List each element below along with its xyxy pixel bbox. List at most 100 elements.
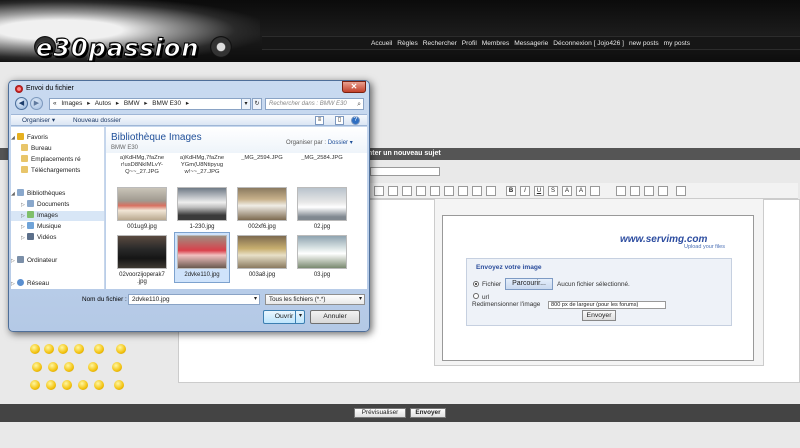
toolbar-paste-icon[interactable] <box>658 186 668 196</box>
toolbar-rule-icon[interactable] <box>616 186 626 196</box>
nav-link-members[interactable]: Membres <box>482 40 509 47</box>
breadcrumb-arrow-icon[interactable]: ▸ <box>186 100 189 107</box>
tree-collapse-icon[interactable]: ▷ <box>11 279 17 289</box>
smiley-icon[interactable] <box>74 344 84 354</box>
toolbar-link-icon[interactable] <box>416 186 426 196</box>
open-options-chevron-icon[interactable]: ▾ <box>295 310 305 324</box>
search-icon[interactable]: ⌕ <box>357 100 361 109</box>
smiley-icon[interactable] <box>46 380 56 390</box>
toolbar-font-size-icon[interactable]: A <box>576 186 586 196</box>
smiley-icon[interactable] <box>62 380 72 390</box>
file-thumbnail[interactable] <box>177 187 227 221</box>
breadcrumb-images[interactable]: Images <box>61 100 82 107</box>
nav-link-new-posts[interactable]: new posts <box>629 40 659 47</box>
submit-button[interactable]: Envoyer <box>410 408 446 418</box>
back-icon[interactable]: ◀ <box>15 97 28 110</box>
breadcrumb-arrow-icon[interactable]: ▸ <box>116 100 119 107</box>
breadcrumb-arrow-icon[interactable]: ▸ <box>144 100 147 107</box>
smiley-icon[interactable] <box>94 380 104 390</box>
file-name[interactable]: 002xf6.jpg <box>232 224 292 231</box>
breadcrumb-autos[interactable]: Autos <box>95 100 111 107</box>
smiley-icon[interactable] <box>48 362 58 372</box>
nav-link-my-posts[interactable]: my posts <box>664 40 690 47</box>
nav-documents[interactable]: ▷ Documents <box>11 200 104 210</box>
new-folder-button[interactable]: Nouveau dossier <box>73 116 121 125</box>
organize-menu[interactable]: Organiser ▾ <box>22 116 55 125</box>
toolbar-copy-icon[interactable] <box>644 186 654 196</box>
toolbar-video-icon[interactable] <box>444 186 454 196</box>
radio-file[interactable] <box>473 281 479 287</box>
refresh-icon[interactable]: ↻ <box>252 98 262 110</box>
nav-link-home[interactable]: Accueil <box>371 40 392 47</box>
file-name[interactable]: 02voorzijoperak7 .jpg <box>112 272 172 286</box>
subject-input[interactable] <box>370 167 440 176</box>
file-thumbnail[interactable] <box>117 187 167 221</box>
smiley-icon[interactable] <box>88 362 98 372</box>
toolbar-source-icon[interactable] <box>676 186 686 196</box>
smiley-icon[interactable] <box>64 362 74 372</box>
nav-network[interactable]: ▷ Réseau <box>11 279 104 289</box>
site-logo[interactable]: e30passion <box>35 34 199 63</box>
toolbar-align-icon[interactable] <box>590 186 600 196</box>
nav-link-search[interactable]: Rechercher <box>423 40 457 47</box>
file-thumbnail[interactable] <box>297 187 347 221</box>
toolbar-upload-icon[interactable] <box>472 186 482 196</box>
view-options-icon[interactable]: ≡ <box>315 116 324 125</box>
nav-link-messages[interactable]: Messagerie <box>514 40 548 47</box>
nav-desktop[interactable]: Bureau <box>11 144 104 154</box>
file-name[interactable]: 1-230.jpg <box>172 224 232 231</box>
nav-computer[interactable]: ▷ Ordinateur <box>11 256 104 266</box>
file-name[interactable]: 001ug9.jpg <box>112 224 172 231</box>
help-icon[interactable]: ? <box>351 116 360 125</box>
file-type-select[interactable]: Tous les fichiers (*.*) ▾ <box>265 294 365 305</box>
chevron-down-icon[interactable]: ▾ <box>254 295 257 304</box>
nav-link-logout[interactable]: Déconnexion [ Jojo426 ] <box>553 40 624 47</box>
nav-videos[interactable]: ▷ Vidéos <box>11 233 104 243</box>
toolbar-image-icon[interactable] <box>430 186 440 196</box>
toolbar-font-color-icon[interactable]: A <box>562 186 572 196</box>
preview-button[interactable]: Prévisualiser <box>354 408 406 418</box>
toolbar-italic-icon[interactable]: I <box>520 186 530 196</box>
breadcrumb-bmw[interactable]: BMW <box>124 100 140 107</box>
file-name-partial[interactable]: a)KdHMg,7faZne r!usD8NkIMLvY- Q~~_27.JPG <box>112 155 172 176</box>
file-name[interactable]: 02.jpg <box>292 224 352 231</box>
toolbar-image-icon[interactable] <box>374 186 384 196</box>
smiley-icon[interactable] <box>30 380 40 390</box>
smiley-icon[interactable] <box>94 344 104 354</box>
toolbar-doc-icon[interactable] <box>402 186 412 196</box>
file-name-partial[interactable]: a)KdHMg,7faZne YGm(U8Ntipyug w!~~_27.JPG <box>172 155 232 176</box>
radio-url[interactable] <box>473 293 479 299</box>
file-thumbnail[interactable] <box>237 235 287 269</box>
file-thumbnail[interactable] <box>297 235 347 269</box>
toolbar-smiley-icon[interactable] <box>630 186 640 196</box>
nav-favorites[interactable]: ◢ Favoris <box>11 133 104 143</box>
nav-images[interactable]: ▷ Images <box>11 211 104 221</box>
file-name[interactable]: 03.jpg <box>292 272 352 279</box>
smiley-icon[interactable] <box>78 380 88 390</box>
toolbar-media-icon[interactable] <box>458 186 468 196</box>
preview-pane-icon[interactable]: ▯ <box>335 116 344 125</box>
toolbar-table-icon[interactable] <box>486 186 496 196</box>
toolbar-underline-icon[interactable]: U <box>534 186 544 196</box>
upload-send-button[interactable]: Envoyer <box>582 310 616 321</box>
forward-icon[interactable]: ▶ <box>30 97 43 110</box>
smiley-icon[interactable] <box>116 344 126 354</box>
toolbar-doc-icon[interactable] <box>388 186 398 196</box>
nav-music[interactable]: ▷ Musique <box>11 222 104 232</box>
file-name[interactable]: 003a8.jpg <box>232 272 292 279</box>
smiley-icon[interactable] <box>44 344 54 354</box>
file-name-partial[interactable]: _MG_2594.JPG <box>232 155 292 162</box>
breadcrumb-bmw-e30[interactable]: BMW E30 <box>152 100 181 107</box>
toolbar-strike-icon[interactable]: S <box>548 186 558 196</box>
address-bar[interactable]: « Images ▸ Autos ▸ BMW ▸ BMW E30 ▸ <box>49 98 251 110</box>
arrange-dropdown[interactable]: Dossier ▾ <box>328 140 353 146</box>
dialog-close-button[interactable]: ✕ <box>342 81 366 93</box>
nav-libraries[interactable]: ◢ Bibliothèques <box>11 189 104 199</box>
file-thumbnail[interactable] <box>117 235 167 269</box>
smiley-icon[interactable] <box>112 362 122 372</box>
resize-select[interactable]: 800 px de largeur (pour les forums) <box>548 301 666 309</box>
nav-link-rules[interactable]: Règles <box>397 40 418 47</box>
smiley-icon[interactable] <box>32 362 42 372</box>
nav-recent[interactable]: Emplacements ré <box>11 155 104 165</box>
smiley-icon[interactable] <box>30 344 40 354</box>
